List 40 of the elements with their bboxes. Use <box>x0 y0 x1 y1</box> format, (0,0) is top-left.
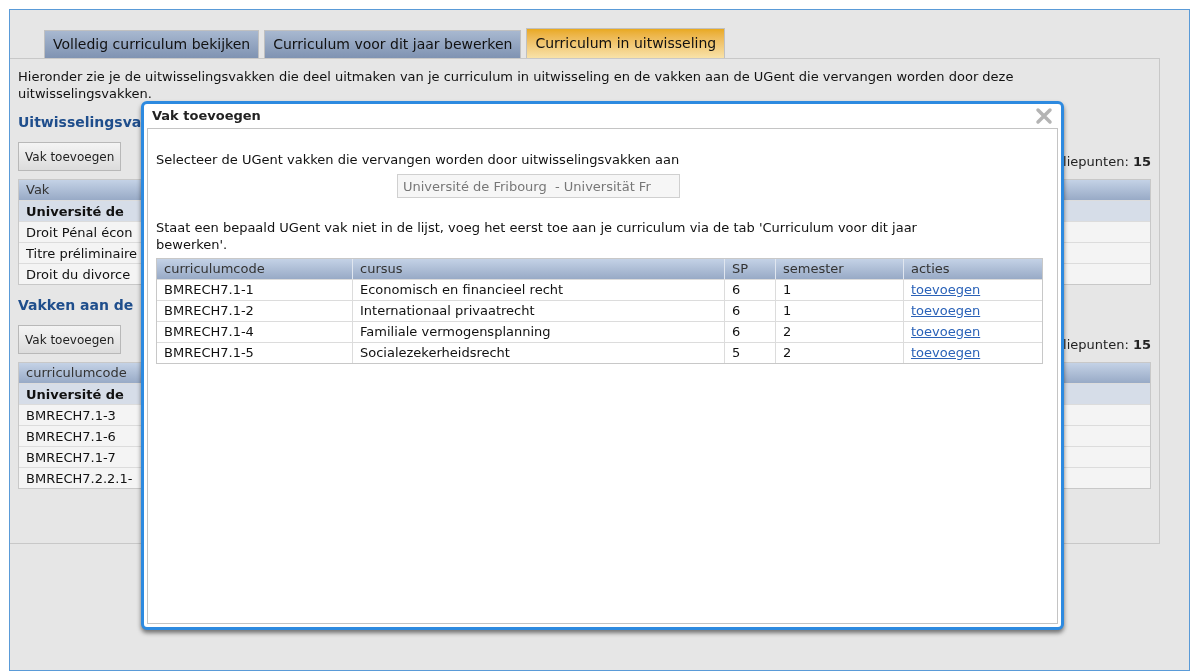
tab[interactable]: Volledig curriculum bekijken <box>44 30 260 58</box>
table-cell: 5 <box>724 343 775 363</box>
intro-text: Hieronder zie je de uitwisselingsvakken die deel uitmaken van je curriculum in uitwisseling en de vakken aan de UGent die vervangen worden door deze <box>18 68 1015 85</box>
university-field[interactable]: Université de Fribourg - Universität Fr <box>397 174 680 198</box>
credits-label: liepunten: 15 <box>1063 152 1151 171</box>
table-cell: 6 <box>724 280 775 300</box>
tab[interactable]: Curriculum in uitwisseling <box>526 28 726 58</box>
prompt-text: Selecteer de UGent vakken die vervangen worden door uitwisselingsvakken aan <box>156 151 681 168</box>
table-cell: Socialezekerheidsrecht <box>352 343 724 363</box>
tab[interactable]: Curriculum voor dit jaar bewerken <box>264 30 522 58</box>
table-cell: 2 <box>775 322 903 342</box>
add-course-button[interactable]: Vak toevoegen <box>18 325 122 354</box>
table-cell: Familiale vermogensplanning <box>352 322 724 342</box>
table-cell: 1 <box>775 301 903 321</box>
section-heading: Uitwisselingsva <box>18 113 142 132</box>
credits-label: liepunten: 15 <box>1063 335 1151 354</box>
add-course-button[interactable]: Vak toevoegen <box>18 142 122 171</box>
dialog-title: Vak toevoegen <box>152 107 261 126</box>
column-header: curriculumcode <box>163 260 266 278</box>
section-heading: Vakken aan de <box>18 296 134 315</box>
table-cell-text: BMRECH7.1-2 <box>163 302 255 320</box>
table-cell-text: BMRECH7.1-1 <box>163 281 255 299</box>
table-cell: 6 <box>724 301 775 321</box>
add-link[interactable]: toevoegen <box>911 303 981 318</box>
table-cell-text: BMRECH7.1-4 <box>163 323 255 341</box>
add-link[interactable]: toevoegen <box>911 282 981 297</box>
column-header: SP <box>724 259 775 279</box>
table-cell: Economisch en financieel recht <box>352 280 724 300</box>
table-cell-text: BMRECH7.1-5 <box>163 344 255 362</box>
table-cell: 1 <box>775 280 903 300</box>
column-header: cursus <box>352 259 724 279</box>
table-cell: 6 <box>724 322 775 342</box>
table-cell: 2 <box>775 343 903 363</box>
close-icon[interactable] <box>1035 107 1053 125</box>
column-header: acties <box>903 259 1042 279</box>
column-header: semester <box>775 259 903 279</box>
add-link[interactable]: toevoegen <box>911 345 981 360</box>
intro-text: uitwisselingsvakken. <box>18 85 153 102</box>
table-cell: Internationaal privaatrecht <box>352 301 724 321</box>
add-link[interactable]: toevoegen <box>911 324 981 339</box>
